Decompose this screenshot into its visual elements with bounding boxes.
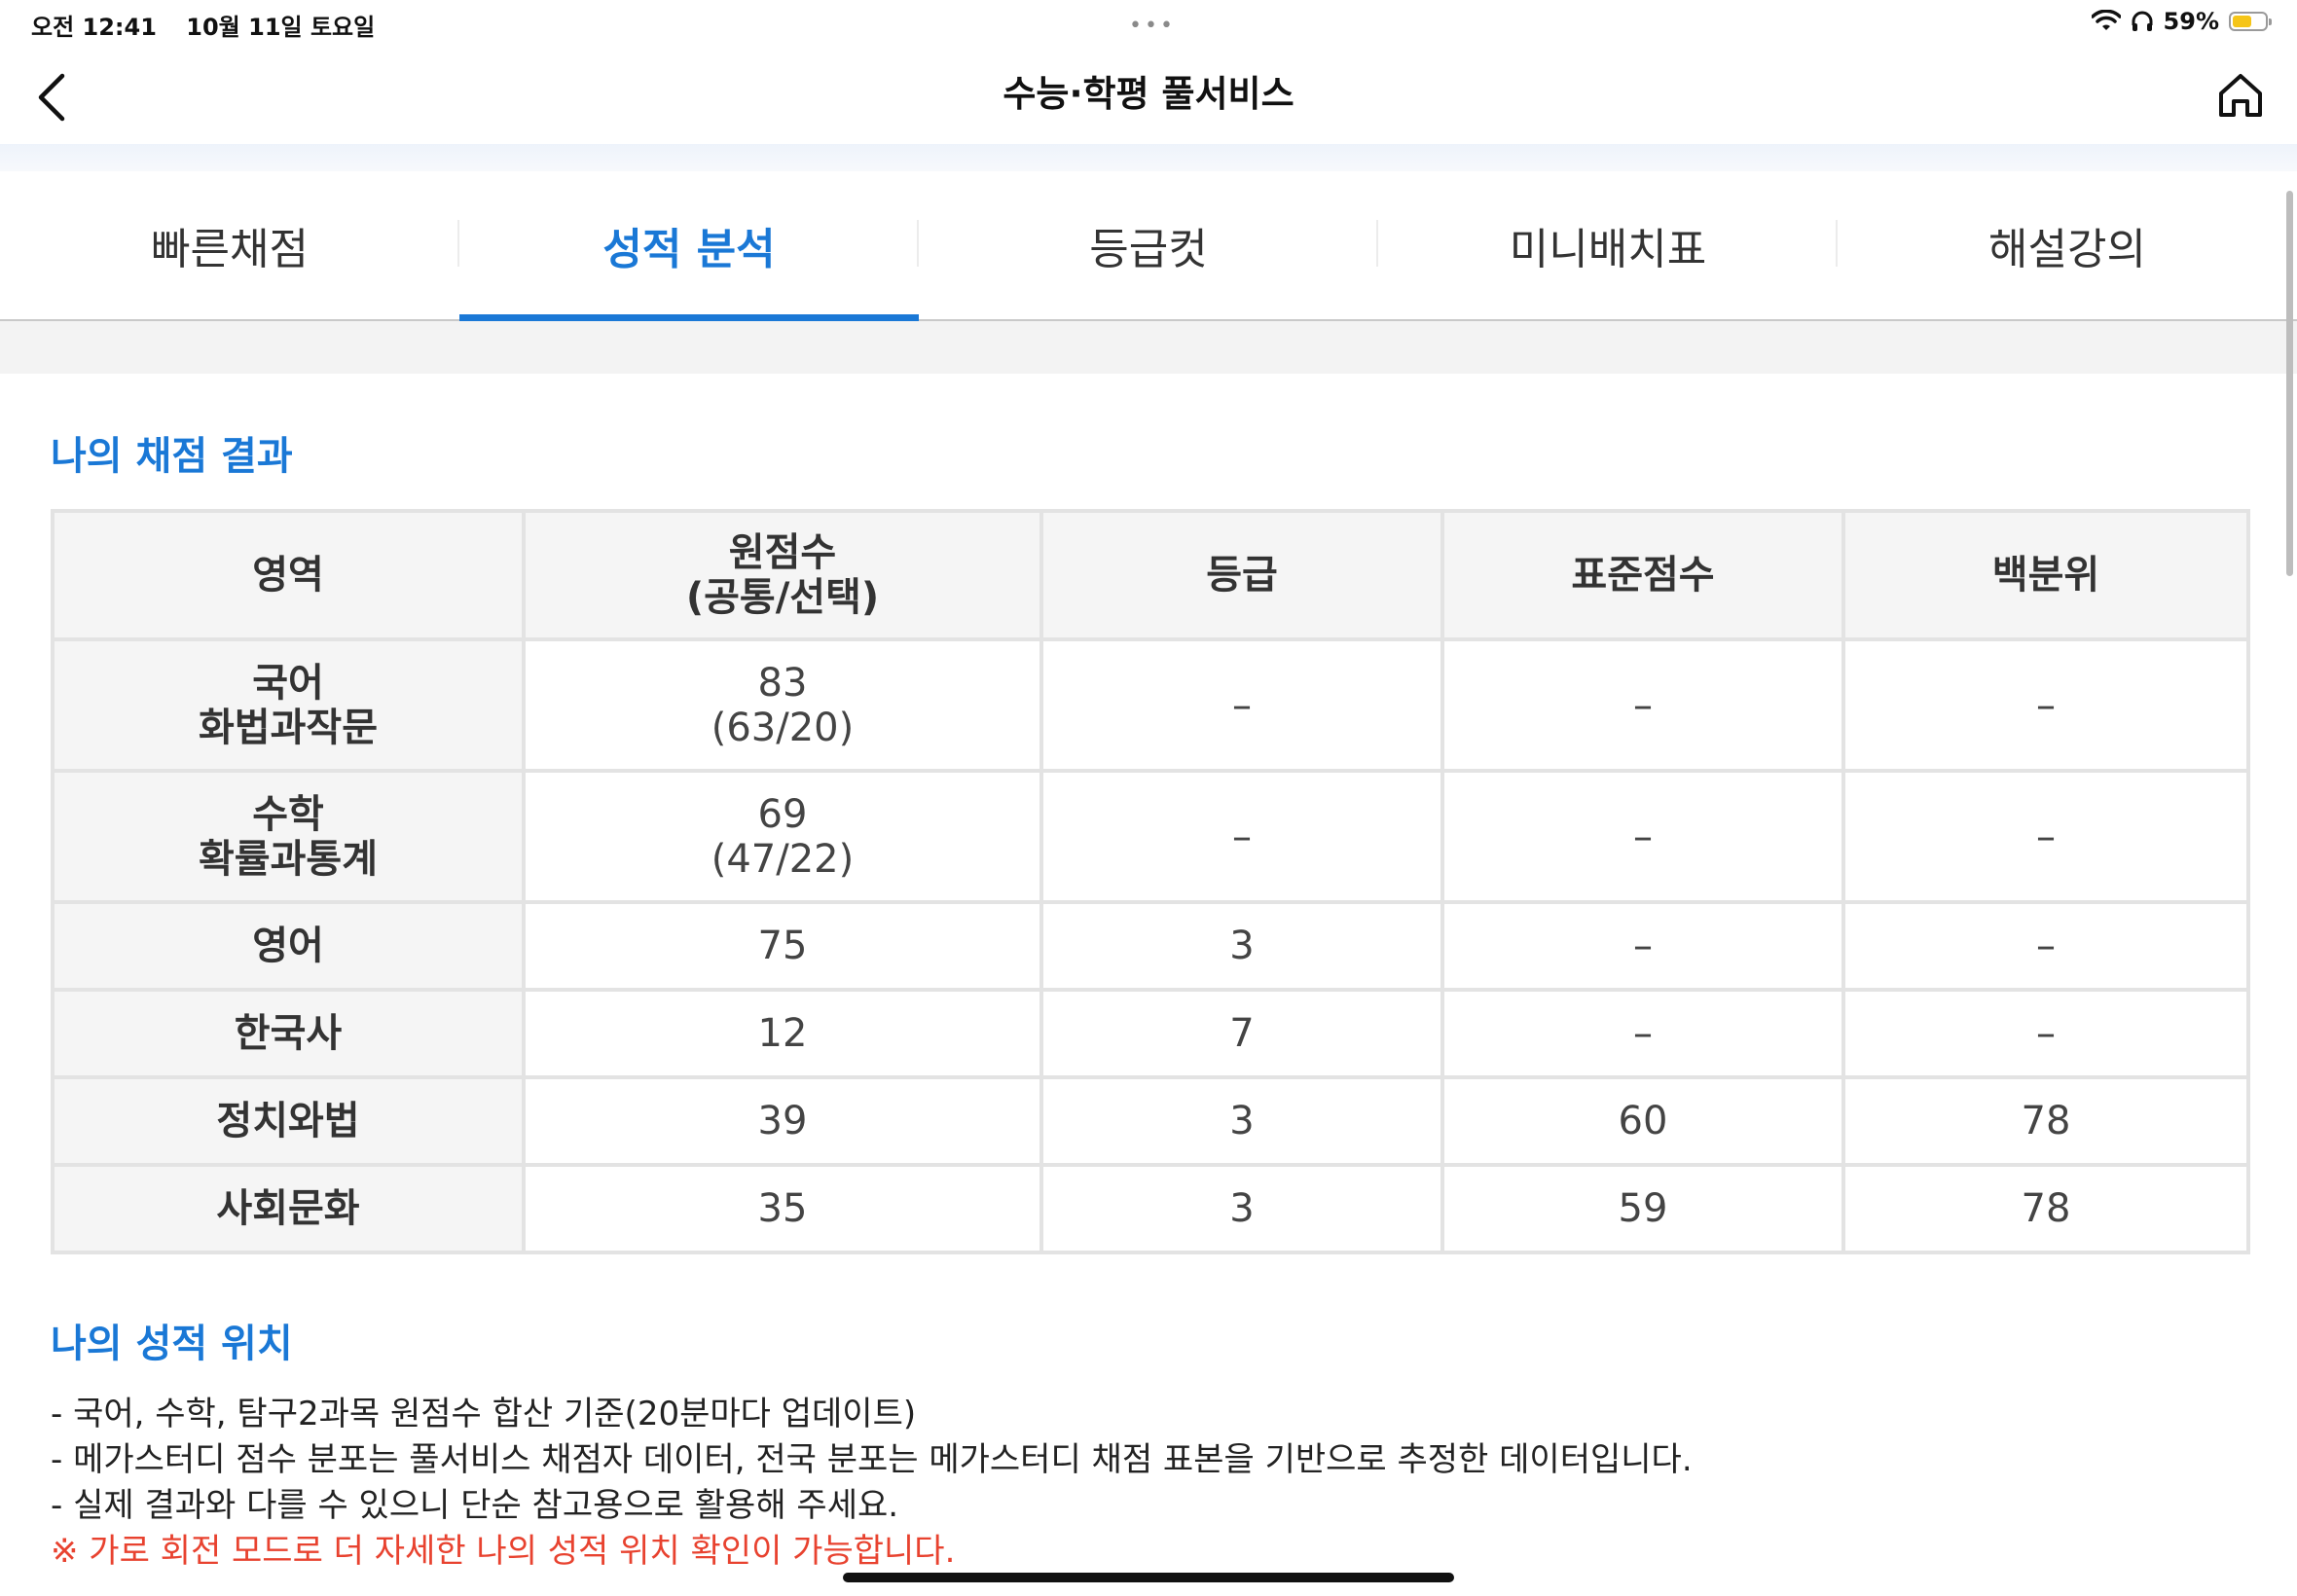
area-name: 국어 — [252, 660, 324, 706]
tab-label: 성적 분석 — [602, 225, 776, 274]
standard-score-cell: 59 — [1440, 1163, 1845, 1254]
status-time: 오전 12:41 — [31, 14, 157, 41]
raw-score: 69 — [757, 791, 808, 837]
standard-score-cell: – — [1440, 988, 1845, 1079]
active-tab-indicator — [459, 314, 919, 321]
percentile-cell: 78 — [1841, 1163, 2250, 1254]
home-indicator[interactable] — [843, 1573, 1454, 1582]
battery-fill — [2233, 16, 2251, 27]
standard-score-cell: – — [1440, 637, 1845, 773]
grade-cell: 3 — [1039, 1163, 1444, 1254]
tab-label: 빠른채점 — [151, 225, 309, 274]
standard-score-cell: – — [1440, 900, 1845, 992]
status-left: 오전 12:41 10월 11일 토요일 — [31, 8, 396, 42]
rotate-warning: ※ 가로 회전 모드로 더 자세한 나의 성적 위치 확인이 가능합니다. — [51, 1532, 956, 1571]
raw-score-cell: 35 — [522, 1163, 1043, 1254]
raw-score-cell: 75 — [522, 900, 1043, 992]
standard-score-cell: – — [1440, 769, 1845, 904]
header-raw-line1: 원점수 — [728, 530, 837, 575]
note-line: - 국어, 수학, 탐구2과목 원점수 합산 기준(20분마다 업데이트) — [51, 1395, 917, 1433]
raw-score-cell: 69 (47/22) — [522, 769, 1043, 904]
table-header-row: 영역 원점수 (공통/선택) 등급 표준점수 백분위 — [51, 509, 2250, 641]
header-area: 영역 — [51, 509, 526, 641]
row-area: 사회문화 — [51, 1163, 526, 1254]
tab-grade-cut[interactable]: 등급컷 — [919, 171, 1378, 319]
tab-bar: 빠른채점 성적 분석 등급컷 미니배치표 해설강의 — [0, 171, 2297, 321]
row-area: 국어 화법과작문 — [51, 637, 526, 773]
raw-score: 83 — [757, 660, 808, 706]
table-row: 수학 확률과통계 69 (47/22) – – – — [51, 769, 2250, 904]
multitasking-dots-icon[interactable]: ••• — [1129, 14, 1176, 38]
row-area: 정치와법 — [51, 1075, 526, 1167]
position-title: 나의 성적 위치 — [51, 1322, 293, 1366]
navigation-bar: 수능·학평 풀서비스 — [0, 45, 2297, 145]
grade-cell: 3 — [1039, 1075, 1444, 1167]
tab-score-analysis[interactable]: 성적 분석 — [459, 171, 919, 321]
area-subject: 화법과작문 — [199, 705, 378, 750]
status-bar: 오전 12:41 10월 11일 토요일 ••• 59% — [0, 0, 2297, 45]
table-row: 사회문화 35 3 59 78 — [51, 1163, 2250, 1254]
raw-score-cell: 12 — [522, 988, 1043, 1079]
standard-score-cell: 60 — [1440, 1075, 1845, 1167]
scrollbar[interactable] — [2286, 191, 2293, 576]
area-name: 수학 — [252, 791, 324, 837]
grade-cell: 3 — [1039, 900, 1444, 992]
page-title: 수능·학평 풀서비스 — [1003, 73, 1294, 115]
tab-lecture[interactable]: 해설강의 — [1838, 171, 2297, 319]
percentile-cell: – — [1841, 769, 2250, 904]
note-line: - 실제 결과와 다를 수 있으니 단순 참고용으로 활용해 주세요. — [51, 1486, 899, 1525]
score-table: 영역 원점수 (공통/선택) 등급 표준점수 백분위 국어 화법과작문 83 (63/… — [51, 509, 2250, 1254]
header-standard-score: 표준점수 — [1440, 509, 1845, 641]
status-right: 59% — [2091, 8, 2272, 35]
tab-label: 미니배치표 — [1509, 225, 1707, 274]
section-spacer — [0, 321, 2297, 374]
percentile-cell: – — [1841, 900, 2250, 992]
nav-divider — [0, 144, 2297, 171]
tab-quick-grading[interactable]: 빠른채점 — [0, 171, 459, 319]
battery-percent: 59% — [2163, 8, 2219, 35]
home-button[interactable] — [2213, 68, 2268, 123]
grade-cell: – — [1039, 637, 1444, 773]
table-row: 한국사 12 7 – – — [51, 988, 2250, 1079]
tab-label: 해설강의 — [1988, 225, 2146, 274]
header-raw-line2: (공통/선택) — [685, 575, 880, 620]
table-row: 정치와법 39 3 60 78 — [51, 1075, 2250, 1167]
percentile-cell: – — [1841, 988, 2250, 1079]
note-line: - 메가스터디 점수 분포는 풀서비스 채점자 데이터, 전국 분포는 메가스터… — [51, 1440, 1693, 1479]
percentile-cell: – — [1841, 637, 2250, 773]
battery-icon — [2229, 12, 2272, 31]
results-title: 나의 채점 결과 — [51, 434, 293, 479]
row-area: 수학 확률과통계 — [51, 769, 526, 904]
position-notes: - 국어, 수학, 탐구2과목 원점수 합산 기준(20분마다 업데이트) - … — [51, 1392, 1693, 1575]
area-subject: 확률과통계 — [199, 836, 378, 882]
raw-score-detail: (47/22) — [711, 836, 855, 882]
table-row: 국어 화법과작문 83 (63/20) – – – — [51, 637, 2250, 773]
row-area: 영어 — [51, 900, 526, 992]
grade-cell: – — [1039, 769, 1444, 904]
raw-score-cell: 39 — [522, 1075, 1043, 1167]
table-row: 영어 75 3 – – — [51, 900, 2250, 992]
headphones-icon — [2132, 11, 2153, 31]
status-date: 10월 11일 토요일 — [186, 14, 376, 41]
header-raw-score: 원점수 (공통/선택) — [522, 509, 1043, 641]
raw-score-cell: 83 (63/20) — [522, 637, 1043, 773]
raw-score-detail: (63/20) — [711, 705, 855, 750]
header-percentile: 백분위 — [1841, 509, 2250, 641]
home-icon — [2219, 74, 2262, 117]
wifi-icon — [2091, 10, 2121, 30]
percentile-cell: 78 — [1841, 1075, 2250, 1167]
tab-label: 등급컷 — [1089, 225, 1208, 274]
grade-cell: 7 — [1039, 988, 1444, 1079]
tab-mini-placement[interactable]: 미니배치표 — [1378, 171, 1838, 319]
row-area: 한국사 — [51, 988, 526, 1079]
header-grade: 등급 — [1039, 509, 1444, 641]
